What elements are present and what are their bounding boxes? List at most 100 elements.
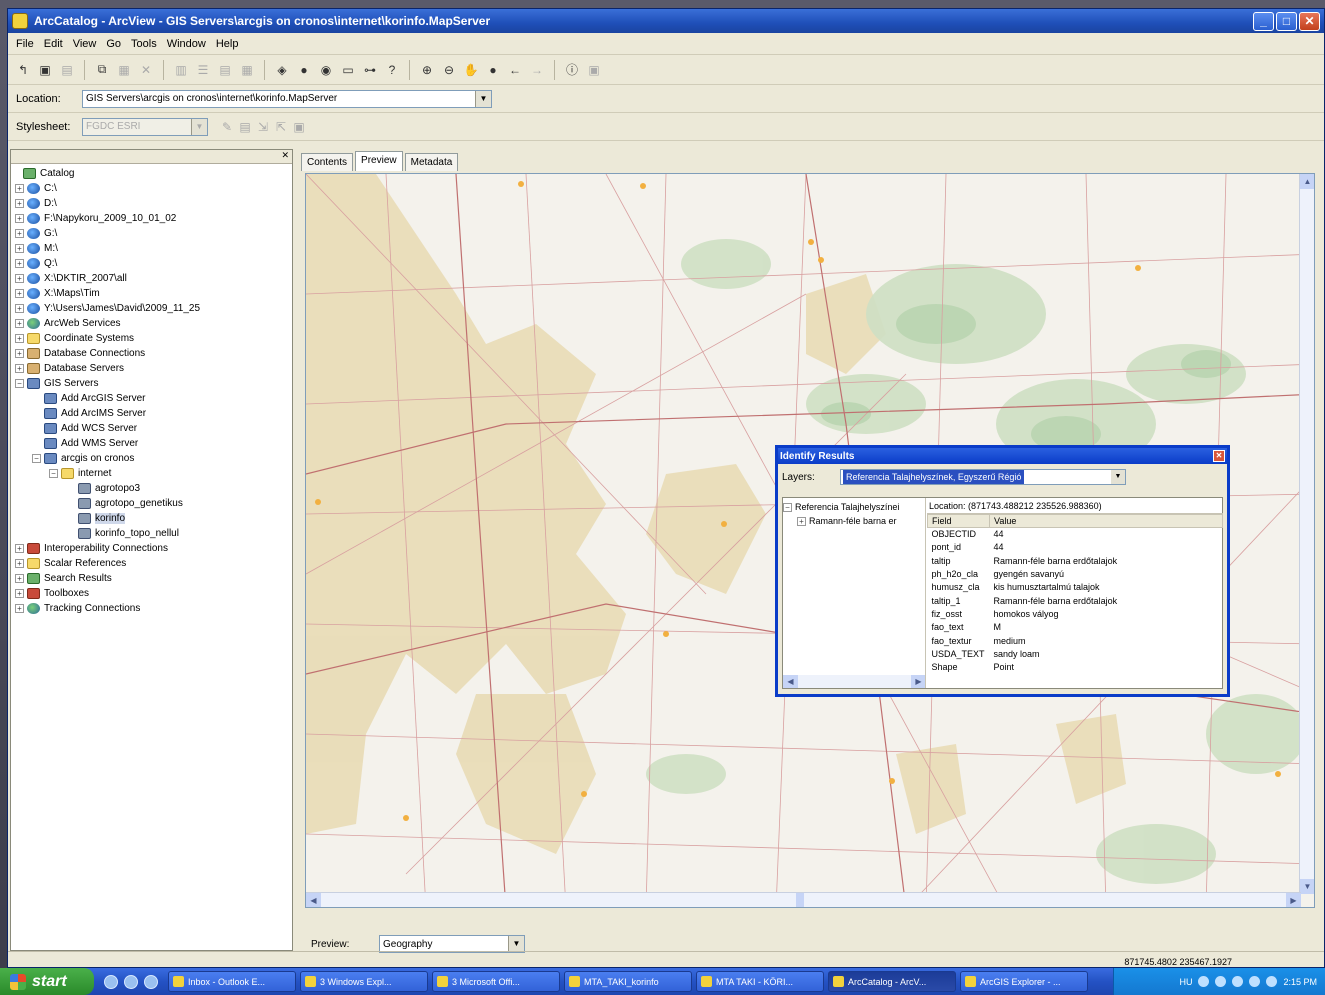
table-row[interactable]: OBJECTID 44 bbox=[928, 528, 1223, 541]
table-row[interactable]: Shape Point bbox=[928, 660, 1223, 673]
forward-icon[interactable]: → bbox=[528, 61, 546, 79]
pan-icon[interactable]: ✋ bbox=[462, 61, 480, 79]
chevron-down-icon[interactable]: ▼ bbox=[191, 118, 207, 135]
close-icon[interactable]: ✕ bbox=[281, 150, 289, 161]
menu-tools[interactable]: Tools bbox=[131, 38, 157, 50]
menu-view[interactable]: View bbox=[73, 38, 97, 50]
expand-icon[interactable]: + bbox=[15, 289, 24, 298]
catalog-item[interactable]: − internet bbox=[11, 466, 292, 481]
copy-icon[interactable]: ⧉ bbox=[93, 61, 111, 79]
expand-icon[interactable]: + bbox=[15, 184, 24, 193]
catalog-item[interactable]: agrotopo_genetikus bbox=[11, 496, 292, 511]
collapse-icon[interactable]: − bbox=[15, 379, 24, 388]
collapse-icon[interactable]: − bbox=[783, 502, 792, 512]
edit-metadata-icon[interactable]: ✎ bbox=[218, 118, 236, 136]
expand-icon[interactable]: + bbox=[15, 589, 24, 598]
zoom-out-icon[interactable]: ⊖ bbox=[440, 61, 458, 79]
disconnect-folder-icon[interactable]: ▤ bbox=[58, 61, 76, 79]
scroll-up-icon[interactable]: ▲ bbox=[1300, 174, 1314, 189]
thumbnails-icon[interactable]: ▦ bbox=[238, 61, 256, 79]
language-indicator[interactable]: HU bbox=[1179, 977, 1192, 987]
catalog-item[interactable]: + X:\Maps\Tim bbox=[11, 286, 292, 301]
scroll-right-icon[interactable]: ▶ bbox=[1286, 893, 1301, 907]
expand-icon[interactable]: + bbox=[15, 199, 24, 208]
tab-preview[interactable]: Preview bbox=[355, 151, 403, 171]
expand-icon[interactable]: + bbox=[15, 604, 24, 613]
scroll-left-icon[interactable]: ◀ bbox=[306, 893, 321, 907]
field-column-header[interactable]: Field bbox=[927, 514, 990, 528]
catalog-item[interactable]: + D:\ bbox=[11, 196, 292, 211]
table-row[interactable]: humusz_cla kis humusztartalmú talajok bbox=[928, 581, 1223, 594]
whats-this-icon[interactable]: ? bbox=[383, 61, 401, 79]
taskbar-item-browser[interactable]: MTA TAKI - KÖRI... bbox=[696, 971, 824, 992]
identify-title-bar[interactable]: Identify Results ✕ bbox=[778, 448, 1227, 464]
location-input[interactable]: GIS Servers\arcgis on cronos\internet\ko… bbox=[82, 89, 492, 108]
expand-icon[interactable]: + bbox=[15, 229, 24, 238]
catalog-item[interactable]: + Scalar References bbox=[11, 556, 292, 571]
chevron-down-icon[interactable]: ▼ bbox=[508, 936, 524, 952]
expand-icon[interactable]: + bbox=[15, 259, 24, 268]
chevron-down-icon[interactable]: ▼ bbox=[1111, 470, 1125, 484]
expand-icon[interactable]: + bbox=[15, 349, 24, 358]
identify-tree-scrollbar[interactable]: ◀ ▶ bbox=[783, 675, 925, 688]
scroll-right-icon[interactable]: ▶ bbox=[911, 675, 925, 688]
export-metadata-icon[interactable]: ⇱ bbox=[272, 118, 290, 136]
identify-layer-node[interactable]: − Referencia Talajhelyszínei bbox=[783, 500, 925, 514]
catalog-item[interactable]: + Tracking Connections bbox=[11, 601, 292, 616]
catalog-item[interactable]: + G:\ bbox=[11, 226, 292, 241]
close-icon[interactable]: ✕ bbox=[1213, 450, 1225, 462]
expand-icon[interactable]: + bbox=[15, 544, 24, 553]
catalog-item[interactable]: + ArcWeb Services bbox=[11, 316, 292, 331]
zoom-in-icon[interactable]: ⊕ bbox=[418, 61, 436, 79]
table-row[interactable]: taltip Ramann-féle barna erdőtalajok bbox=[928, 554, 1223, 567]
table-row[interactable]: fiz_osst homokos vályog bbox=[928, 607, 1223, 620]
maximize-button[interactable]: □ bbox=[1276, 11, 1297, 31]
full-extent-icon[interactable]: ● bbox=[484, 61, 502, 79]
catalog-root[interactable]: Catalog bbox=[11, 166, 292, 181]
catalog-item[interactable]: + Y:\Users\James\David\2009_11_25 bbox=[11, 301, 292, 316]
launch-arcmap-icon[interactable]: ◈ bbox=[273, 61, 291, 79]
catalog-item[interactable]: + Search Results bbox=[11, 571, 292, 586]
menu-file[interactable]: File bbox=[16, 38, 34, 50]
volume-icon[interactable] bbox=[1232, 976, 1244, 987]
expand-icon[interactable]: + bbox=[15, 364, 24, 373]
catalog-item[interactable]: + Coordinate Systems bbox=[11, 331, 292, 346]
command-line-icon[interactable]: ▭ bbox=[339, 61, 357, 79]
title-bar[interactable]: ArcCatalog - ArcView - GIS Servers\arcgi… bbox=[8, 9, 1324, 33]
scroll-thumb[interactable] bbox=[796, 893, 804, 907]
minimize-button[interactable]: _ bbox=[1253, 11, 1274, 31]
collapse-icon[interactable]: − bbox=[49, 469, 58, 478]
paste-icon[interactable]: ▦ bbox=[115, 61, 133, 79]
metadata-properties-icon[interactable]: ▤ bbox=[236, 118, 254, 136]
create-thumbnail-icon[interactable]: ▣ bbox=[585, 61, 603, 79]
value-column-header[interactable]: Value bbox=[989, 514, 1223, 528]
delete-icon[interactable]: ✕ bbox=[137, 61, 155, 79]
connect-folder-icon[interactable]: ▣ bbox=[36, 61, 54, 79]
expand-icon[interactable]: + bbox=[15, 574, 24, 583]
expand-icon[interactable]: + bbox=[15, 304, 24, 313]
show-desktop-icon[interactable] bbox=[124, 974, 138, 989]
layers-select[interactable]: Referencia Talajhelyszínek, Egyszerű Rég… bbox=[840, 469, 1126, 485]
catalog-item[interactable]: + Interoperability Connections bbox=[11, 541, 292, 556]
expand-icon[interactable]: + bbox=[15, 319, 24, 328]
network-icon[interactable] bbox=[1215, 976, 1227, 987]
import-metadata-icon[interactable]: ⇲ bbox=[254, 118, 272, 136]
menu-help[interactable]: Help bbox=[216, 38, 239, 50]
catalog-item[interactable]: Add ArcIMS Server bbox=[11, 406, 292, 421]
table-row[interactable]: fao_text M bbox=[928, 621, 1223, 634]
large-icons-icon[interactable]: ▥ bbox=[172, 61, 190, 79]
menu-go[interactable]: Go bbox=[106, 38, 121, 50]
catalog-item[interactable]: − GIS Servers bbox=[11, 376, 292, 391]
catalog-item[interactable]: Add WCS Server bbox=[11, 421, 292, 436]
model-builder-icon[interactable]: ⊶ bbox=[361, 61, 379, 79]
catalog-item[interactable]: + Database Servers bbox=[11, 361, 292, 376]
catalog-item[interactable]: korinfo bbox=[11, 511, 292, 526]
antivirus-icon[interactable] bbox=[1266, 976, 1278, 987]
taskbar-item-arccatalog[interactable]: ArcCatalog - ArcV... bbox=[828, 971, 956, 992]
catalog-item[interactable]: − arcgis on cronos bbox=[11, 451, 292, 466]
table-row[interactable]: USDA_TEXT sandy loam bbox=[928, 647, 1223, 660]
outlook-icon[interactable] bbox=[144, 974, 158, 989]
update-metadata-icon[interactable]: ▣ bbox=[290, 118, 308, 136]
expand-icon[interactable]: + bbox=[15, 214, 24, 223]
table-row[interactable]: pont_id 44 bbox=[928, 541, 1223, 554]
